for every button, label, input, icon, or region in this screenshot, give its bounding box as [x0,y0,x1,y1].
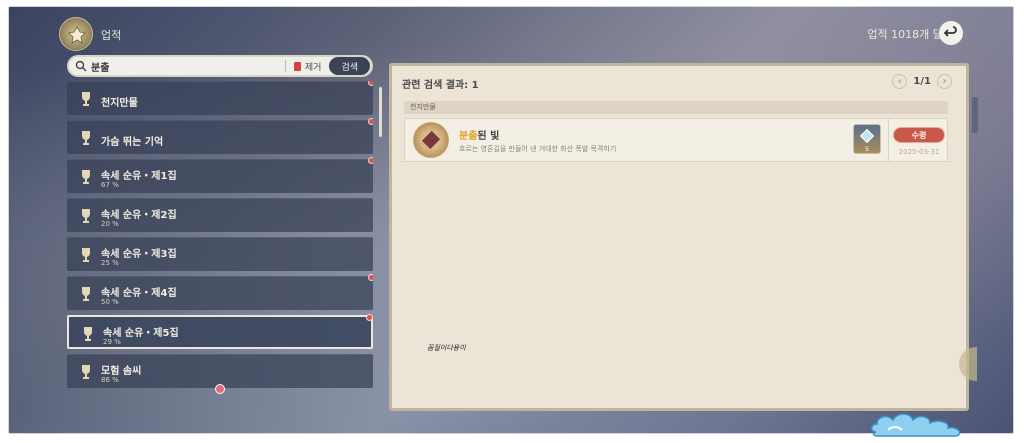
prev-page-button[interactable]: ‹ [892,74,908,89]
primogem-reward-icon: 5 [853,124,881,154]
category-item[interactable]: 속세 순유・제4집 50 % [67,274,373,310]
reward-count: 5 [865,146,869,153]
back-button[interactable] [939,21,963,45]
trophy-icon [84,327,92,341]
claim-button[interactable]: 수령 [893,127,945,143]
cloud-decoration-icon [870,413,961,437]
achievement-emblem-icon [59,17,93,51]
category-item[interactable]: 가슴 뛰는 기억 [67,118,373,154]
trophy-icon [82,248,90,262]
achievement-description: 흐르는 영혼길을 만들어 낸 거대한 화산 폭발 목격하기 [459,145,617,153]
search-button[interactable]: 검색 [329,57,370,75]
category-name: 속세 순유・제2집 [101,210,177,221]
category-name: 속세 순유・제1집 [101,171,177,182]
notification-dot [368,274,373,281]
category-name: 천지만물 [101,98,138,109]
achievement-row: 분출된 빛 흐르는 영혼길을 만들어 낸 거대한 화산 폭발 목격하기 5 수령… [404,118,948,162]
achievement-title: 분출된 빛 [459,127,499,142]
trash-icon [293,61,301,71]
title-rest: 된 빛 [477,131,500,142]
list-scrollbar[interactable] [379,87,382,137]
result-category: 천지만물 [404,101,948,114]
category-progress: 50 % [101,298,119,306]
notification-dot [215,384,225,394]
side-tab [972,97,978,133]
result-count: 관련 검색 결과: 1 [402,80,479,91]
achievement-badge-icon [413,122,449,158]
notification-dot [366,314,373,321]
notification-dot [368,81,373,86]
clear-label: 제거 [304,62,322,73]
category-item-selected[interactable]: 속세 순유・제5집 29 % [67,314,373,349]
page-title: 업적 [101,29,122,42]
category-progress: 20 % [101,220,119,228]
category-name: 모험 솜씨 [101,366,142,377]
category-name: 가슴 뛰는 기억 [101,137,164,148]
category-item[interactable]: 속세 순유・제3집 25 % [67,237,373,271]
category-list: 천지만물 가슴 뛰는 기억 속세 순유・제1집 67 % 속세 순유・제2집 2… [67,81,373,403]
notification-dot [368,118,373,125]
trophy-icon [82,92,90,106]
page-indicator: 1/1 [913,76,931,87]
category-progress: 25 % [101,259,119,267]
pagination: ‹ 1/1 › [892,74,952,89]
next-page-button[interactable]: › [937,74,952,89]
trophy-icon [82,287,90,301]
category-name: 속세 순유・제5집 [103,328,179,339]
clear-button[interactable]: 제거 [284,60,330,73]
category-item[interactable]: 속세 순유・제2집 20 % [67,198,373,232]
back-arrow-icon [944,26,957,37]
achievement-date: 2025-03-31 [898,148,940,156]
notification-dot [368,157,373,164]
author-signature: 꼼질이다용이 [427,344,466,352]
category-progress: 29 % [103,338,121,346]
category-name: 속세 순유・제4집 [101,288,177,299]
category-name: 속세 순유・제3집 [101,249,177,260]
category-progress: 67 % [101,181,119,189]
category-item[interactable]: 속세 순유・제1집 67 % [67,157,373,193]
trophy-icon [82,131,90,145]
category-item[interactable]: 천지만물 [67,81,373,115]
category-progress: 86 % [101,376,119,384]
search-input[interactable]: 분출 [91,59,285,74]
title-highlight: 분출 [459,131,478,142]
divider [888,119,889,161]
search-bar[interactable]: 분출 제거 검색 [67,55,373,77]
search-icon [75,60,87,72]
trophy-icon [82,365,90,379]
category-item[interactable]: 모험 솜씨 86 % [67,354,373,394]
search-result-panel: 관련 검색 결과: 1 ‹ 1/1 › 천지만물 분출된 빛 흐르는 영혼길을 … [389,63,969,411]
trophy-icon [82,170,90,184]
trophy-icon [82,209,90,223]
game-screen: 업적 업적 1018개 달성 분출 제거 검색 천지만물 가슴 뛰는 기억 속세… [8,6,1014,434]
